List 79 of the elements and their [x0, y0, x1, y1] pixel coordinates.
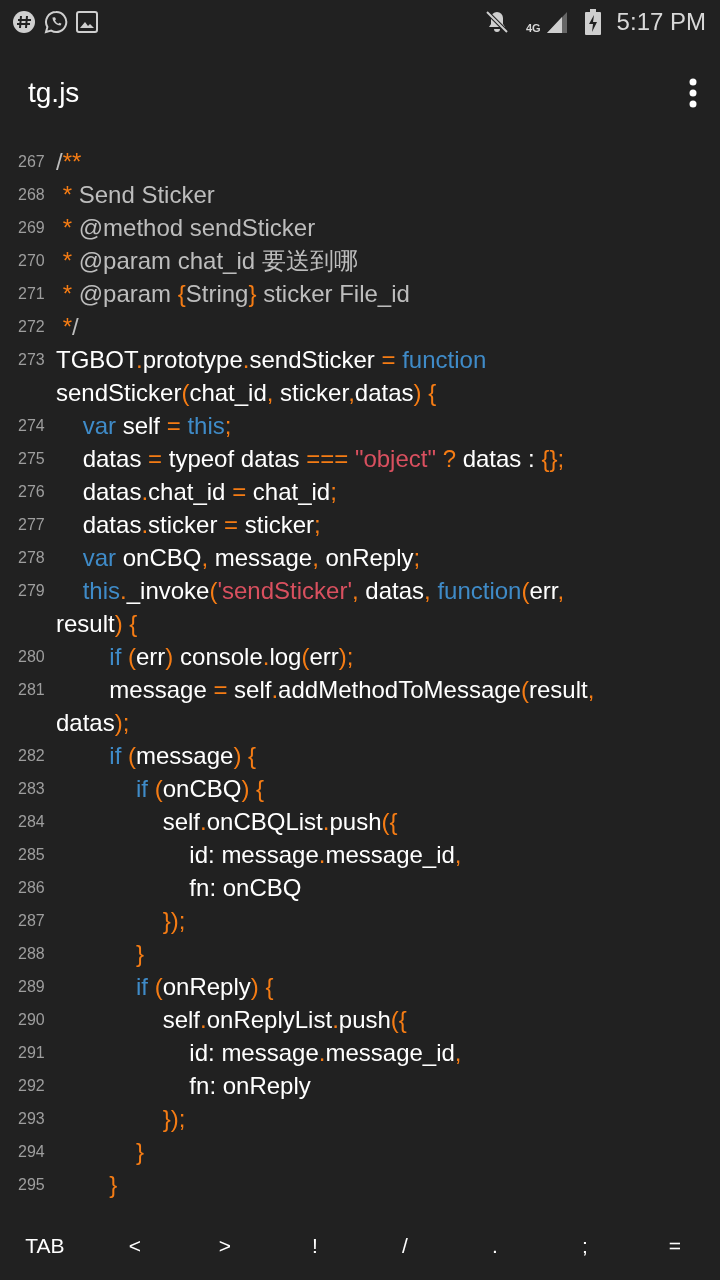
code-line: self.onCBQList.push({ — [161, 806, 398, 837]
code-line: /** — [56, 146, 82, 177]
code-line: datas); — [56, 707, 130, 738]
line-number: 286 — [18, 878, 45, 896]
code-line: TGBOT.prototype.sendSticker = function — [56, 344, 487, 375]
line-number: 275 — [18, 449, 45, 467]
code-line: }); — [161, 905, 186, 936]
symbol-key[interactable]: < — [90, 1224, 180, 1268]
symbol-key[interactable]: / — [360, 1224, 450, 1268]
signal-icon — [544, 10, 569, 34]
code-line: * Send Sticker — [61, 179, 215, 210]
line-number: 295 — [18, 1175, 45, 1193]
code-line: } — [108, 1169, 118, 1200]
line-number: 268 — [18, 185, 45, 203]
code-line: sendSticker(chat_id, sticker,datas) { — [56, 377, 437, 408]
more-options-icon[interactable] — [688, 78, 698, 108]
line-number: 270 — [18, 251, 45, 269]
charging-battery-icon — [584, 9, 601, 35]
code-line: id: message.message_id, — [188, 839, 462, 870]
code-line: if (onReply) { — [135, 971, 274, 1002]
symbol-key[interactable]: . — [450, 1224, 540, 1268]
clock-time: 5:17 PM — [616, 7, 706, 37]
line-number: 284 — [18, 812, 45, 830]
code-line: fn: onReply — [188, 1070, 311, 1101]
line-number: 271 — [18, 284, 45, 302]
symbol-key[interactable]: ; — [540, 1224, 630, 1268]
symbol-key[interactable]: > — [180, 1224, 270, 1268]
line-number: 288 — [18, 944, 45, 962]
line-number: 294 — [18, 1142, 45, 1160]
file-title: tg.js — [28, 76, 80, 110]
code-line: message = self.addMethodToMessage(result, — [108, 674, 595, 705]
line-number: 292 — [18, 1076, 45, 1094]
code-line: fn: onCBQ — [188, 872, 302, 903]
chat-icon — [44, 10, 68, 34]
network-type: 4G — [525, 23, 541, 34]
hashtag-icon — [12, 10, 36, 34]
line-number: 289 — [18, 977, 45, 995]
symbol-key[interactable]: ! — [270, 1224, 360, 1268]
image-icon — [76, 11, 98, 33]
line-number: 287 — [18, 911, 45, 929]
code-line: }); — [161, 1103, 186, 1134]
line-number: 285 — [18, 845, 45, 863]
symbol-key[interactable]: = — [630, 1224, 720, 1268]
code-line: datas = typeof datas === "object" ? datas : {}; — [81, 443, 565, 474]
line-number: 279 — [18, 581, 45, 599]
code-line: * @param chat_id 要送到哪 — [61, 245, 358, 276]
line-number: 272 — [18, 317, 45, 335]
code-line: if (err) console.log(err); — [108, 641, 354, 672]
line-number: 282 — [18, 746, 45, 764]
line-number: 273 — [18, 350, 45, 368]
code-line: result) { — [56, 608, 138, 639]
muted-bell-icon — [483, 9, 510, 35]
code-line: */ — [61, 311, 79, 342]
line-number: 280 — [18, 647, 45, 665]
code-line: var self = this; — [81, 410, 232, 441]
line-number: 290 — [18, 1010, 45, 1028]
code-line: } — [135, 1136, 145, 1167]
code-line: * @param {String} sticker File_id — [61, 278, 410, 309]
code-line: this._invoke('sendSticker', datas, function(err, — [81, 575, 565, 606]
code-line: self.onReplyList.push({ — [161, 1004, 407, 1035]
line-number: 277 — [18, 515, 45, 533]
line-number: 293 — [18, 1109, 45, 1127]
symbol-key[interactable]: TAB — [0, 1224, 90, 1268]
code-line: var onCBQ, message, onReply; — [81, 542, 421, 573]
code-line: id: message.message_id, — [188, 1037, 462, 1068]
code-line: * @method sendSticker — [61, 212, 316, 243]
line-number: 281 — [18, 680, 45, 698]
code-line: if (onCBQ) { — [135, 773, 265, 804]
line-number: 291 — [18, 1043, 45, 1061]
line-number: 269 — [18, 218, 45, 236]
line-number: 267 — [18, 152, 45, 170]
line-number: 283 — [18, 779, 45, 797]
line-number: 276 — [18, 482, 45, 500]
line-number: 274 — [18, 416, 45, 434]
code-line: datas.chat_id = chat_id; — [81, 476, 337, 507]
code-line: if (message) { — [108, 740, 257, 771]
code-line: } — [135, 938, 145, 969]
line-number: 278 — [18, 548, 45, 566]
code-line: datas.sticker = sticker; — [81, 509, 321, 540]
